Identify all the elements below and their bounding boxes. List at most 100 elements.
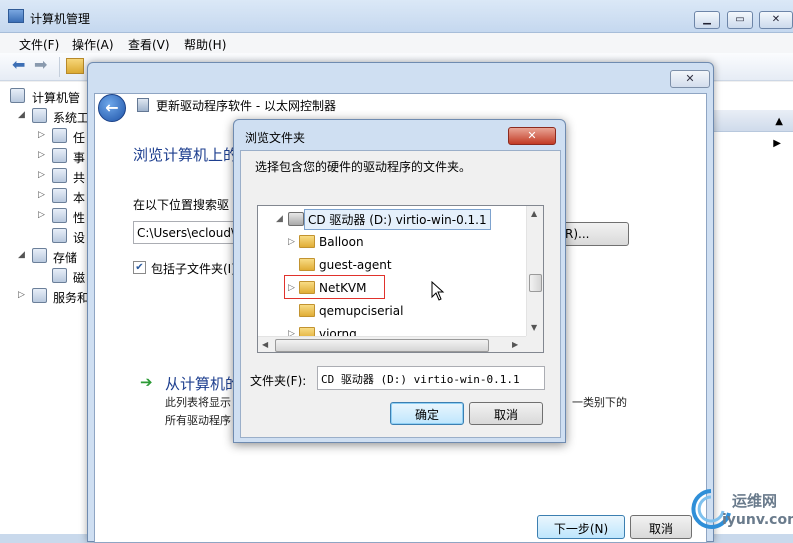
tree-item-label: 系统工 [53,111,90,125]
next-button[interactable]: 下一步(N) [537,515,625,539]
more-actions-arrow-icon[interactable]: ▶ [773,138,781,149]
vertical-scrollbar[interactable]: ▲ ▼ [526,206,543,336]
scroll-right-icon[interactable]: ▶ [512,340,518,349]
tree-item-label: 本 [73,191,86,205]
cancel-button[interactable]: 取消 [469,402,543,425]
toolbar-separator [59,57,60,77]
netkvm-highlight-box [284,275,385,299]
tree-item-label: 计算机管 [32,91,81,105]
option-description: 此列表将显示 [165,396,231,409]
actions-pane: ▲ ▶ [714,82,793,534]
collapse-up-icon[interactable]: ▲ [775,116,783,127]
event-viewer-icon [52,148,67,163]
wizard-heading: 浏览计算机上的 [133,146,239,164]
forward-arrow-icon[interactable]: ➡ [34,57,52,74]
tree-item-label: Balloon [319,235,364,249]
computer-management-icon [10,88,25,103]
folder-icon [299,258,315,271]
tree-item-label: 共 [73,171,86,185]
expand-arrow-icon[interactable]: ▷ [38,190,45,200]
expand-arrow-icon[interactable]: ▷ [38,210,45,220]
services-icon [32,288,47,303]
task-scheduler-icon [52,128,67,143]
browse-folder-dialog: 浏览文件夹 ✕ 选择包含您的硬件的驱动程序的文件夹。 ◢ CD 驱动器 (D:)… [233,119,566,443]
collapse-arrow-icon[interactable]: ◢ [18,250,25,260]
menu-view[interactable]: 查看(V) [128,36,170,53]
expand-arrow-icon[interactable]: ▷ [288,237,295,247]
green-arrow-icon: ➔ [140,373,153,391]
tree-item-qemupciserial[interactable]: qemupciserial [258,300,528,323]
ok-button[interactable]: 确定 [390,402,464,425]
scroll-thumb[interactable] [529,274,542,292]
tree-item-label: 存储 [53,251,78,265]
menu-bar: 文件(F) 操作(A) 查看(V) 帮助(H) [0,33,793,53]
tree-item-balloon[interactable]: ▷ Balloon [258,231,528,254]
minimize-button[interactable]: ▁ [694,11,720,29]
tree-item-label: 性 [73,211,86,225]
collapse-arrow-icon[interactable]: ◢ [276,214,283,224]
expand-arrow-icon[interactable]: ▷ [38,170,45,180]
menu-action[interactable]: 操作(A) [72,36,114,53]
device-icon [137,98,149,112]
maximize-button[interactable]: ▭ [727,11,753,29]
console-tree: 计算机管 ◢ 系统工 ▷ 任 ▷ 事 ▷ 共 ▷ 本 ▷ 性 设 ◢ 存储 磁 … [0,82,90,534]
tree-item-label: 设 [73,231,86,245]
folder-input[interactable]: CD 驱动器 (D:) virtio-win-0.1.1 [317,366,545,390]
tree-item-label: guest-agent [319,258,392,272]
tree-item-label: 服务和 [53,291,90,305]
expand-arrow-icon[interactable]: ▷ [38,150,45,160]
tree-item-cd-drive[interactable]: ◢ CD 驱动器 (D:) virtio-win-0.1.1 [258,208,528,231]
performance-icon [52,208,67,223]
browse-button[interactable]: R)... [561,222,629,246]
dialog-prompt: 选择包含您的硬件的驱动程序的文件夹。 [255,160,472,174]
search-path-input[interactable]: C:\Users\ecloud\ [133,221,243,244]
scroll-thumb[interactable] [275,339,489,352]
folder-icon [299,235,315,248]
watermark-text: 运维网 [732,492,778,510]
pick-from-list-link[interactable]: 从计算机的 [165,373,240,394]
menu-file[interactable]: 文件(F) [19,36,59,53]
local-users-icon [52,188,67,203]
mouse-cursor-icon [431,281,445,301]
tree-item-label: qemupciserial [319,304,404,318]
folder-tree[interactable]: ◢ CD 驱动器 (D:) virtio-win-0.1.1 ▷ Balloon… [257,205,544,353]
up-folder-icon[interactable] [66,58,84,74]
include-subfolders-checkbox[interactable]: ✔ [133,261,146,274]
tree-item-label: CD 驱动器 (D:) virtio-win-0.1.1 [304,209,491,230]
disk-management-icon [52,268,67,283]
tree-item-label: 磁 [73,271,86,285]
tree-item-label: 事 [73,151,86,165]
wizard-close-button[interactable]: ✕ [670,70,710,88]
folder-label: 文件夹(F): [250,374,307,388]
computer-management-icon [8,9,24,23]
window-title: 计算机管理 [30,12,91,26]
storage-icon [32,248,47,263]
scroll-up-icon[interactable]: ▲ [531,209,537,218]
device-manager-icon [52,228,67,243]
shared-folders-icon [52,168,67,183]
include-subfolders-label: 包括子文件夹(I) [151,262,236,276]
expand-arrow-icon[interactable]: ▷ [18,290,25,300]
dialog-body: 选择包含您的硬件的驱动程序的文件夹。 ◢ CD 驱动器 (D:) virtio-… [240,150,561,438]
back-arrow-icon[interactable]: ⬅ [12,57,30,74]
dialog-close-button[interactable]: ✕ [508,127,556,145]
scroll-down-icon[interactable]: ▼ [531,323,537,332]
menu-help[interactable]: 帮助(H) [184,36,226,53]
wizard-title: 更新驱动程序软件 - 以太网控制器 [156,99,336,113]
tree-item-label: 任 [73,131,86,145]
wizard-cancel-button[interactable]: 取消 [630,515,692,539]
dialog-title: 浏览文件夹 [245,131,306,145]
collapse-arrow-icon[interactable]: ◢ [18,110,25,120]
option-description-tail: 一类别下的 [572,396,627,409]
horizontal-scrollbar[interactable]: ◀ ▶ [258,336,526,352]
option-description-2: 所有驱动程序 [165,414,231,427]
watermark-url: iyunv.com [722,512,793,528]
search-location-label: 在以下位置搜索驱 [133,198,230,212]
cd-drive-icon [288,212,304,226]
expand-arrow-icon[interactable]: ▷ [38,130,45,140]
title-bar: 计算机管理 ▁ ▭ ✕ [0,0,793,33]
scroll-left-icon[interactable]: ◀ [262,340,268,349]
tree-item-guest-agent[interactable]: guest-agent [258,254,528,277]
back-arrow-icon[interactable]: ← [98,94,126,122]
close-button[interactable]: ✕ [759,11,793,29]
